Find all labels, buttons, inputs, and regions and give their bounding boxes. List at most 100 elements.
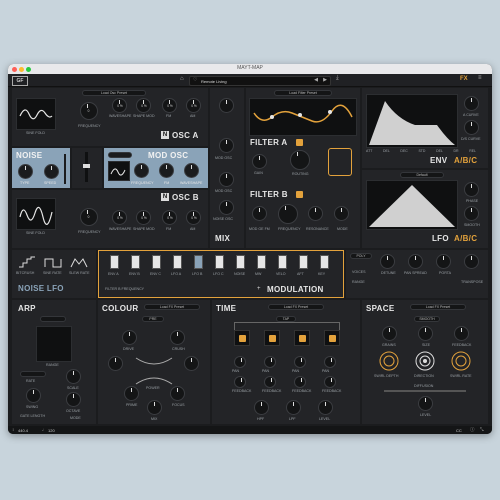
osc-b-wave-display[interactable] — [16, 198, 56, 230]
bitcrush-shape-icon[interactable] — [18, 256, 36, 268]
voices-value[interactable]: 120 — [48, 428, 55, 433]
env-param-dec[interactable]: DEC — [400, 149, 407, 153]
routing-handle[interactable] — [83, 164, 90, 168]
noise-level-slider[interactable] — [64, 154, 66, 184]
preset-next-icon[interactable]: ▶ — [323, 77, 327, 83]
env-ds-curve-knob[interactable] — [464, 120, 479, 135]
swirl-rate-icon[interactable] — [450, 350, 472, 372]
arp-scale-knob[interactable] — [66, 369, 81, 384]
osc-b-n-icon[interactable]: N — [161, 193, 169, 201]
arp-octave-knob[interactable] — [66, 392, 81, 407]
mod-slot-0[interactable] — [110, 255, 119, 269]
voice-mode-dropdown[interactable]: POLY — [350, 253, 372, 259]
slew-rate-shape-icon[interactable] — [70, 256, 88, 268]
mod-osc-waveshape-knob[interactable] — [184, 163, 199, 178]
arp-swing-knob[interactable] — [26, 388, 41, 403]
mod-osc-fm-knob[interactable] — [159, 163, 174, 178]
time-pan-knob[interactable] — [264, 356, 276, 368]
colour-power-knob[interactable] — [108, 356, 123, 371]
time-lpf-knob[interactable] — [286, 400, 301, 415]
env-param-att[interactable]: ATT — [366, 149, 372, 153]
colour-prime-knob[interactable] — [124, 386, 139, 401]
pan-spread-knob[interactable] — [408, 254, 423, 269]
mod-slot-4[interactable] — [194, 255, 203, 269]
osc-a-wave-display[interactable] — [16, 98, 56, 130]
time-tap-slot[interactable] — [264, 330, 280, 346]
osc-a-am-knob[interactable]: 0 % — [186, 98, 201, 113]
osc-a-n-icon[interactable]: N — [161, 131, 169, 139]
resize-icon[interactable]: ⤡ — [480, 427, 484, 432]
osc-b-frequency-knob[interactable]: 0 — [80, 208, 98, 226]
lfo-smooth-knob[interactable] — [464, 206, 479, 221]
bpm-value[interactable]: 440.4 — [18, 428, 28, 433]
filter-b-frequency-knob[interactable] — [278, 204, 298, 224]
env-param-dr[interactable]: DR — [454, 149, 459, 153]
env-display[interactable] — [366, 94, 458, 148]
mod-slot-9[interactable] — [299, 255, 308, 269]
time-tap-slot[interactable] — [294, 330, 310, 346]
time-pan-knob[interactable] — [324, 356, 336, 368]
space-size-knob[interactable] — [418, 326, 433, 341]
lfo-preset-dropdown[interactable]: Default — [400, 172, 444, 178]
osc-a-frequency-knob[interactable]: 0 — [80, 102, 98, 120]
time-preset-dropdown[interactable]: Load FX Preset — [268, 304, 324, 310]
osc-b-am-knob[interactable]: 0 % — [186, 210, 201, 225]
env-abc[interactable]: A/B/C — [454, 156, 477, 165]
mod-slot-2[interactable] — [152, 255, 161, 269]
filter-mod-gain-knob[interactable] — [290, 150, 310, 170]
mod-slot-1[interactable] — [131, 255, 140, 269]
filter-a-toggle[interactable] — [296, 139, 303, 146]
osc-a-preset-dropdown[interactable]: Load Osc Preset — [82, 90, 146, 96]
mod-osc-wave-display[interactable] — [108, 161, 130, 181]
noise-speed-knob[interactable] — [44, 164, 59, 179]
mod-slot-8[interactable] — [278, 255, 287, 269]
filter-gain-knob[interactable] — [252, 154, 267, 169]
env-param-del2[interactable]: DEL — [436, 149, 443, 153]
mod-add-icon[interactable]: + — [257, 286, 261, 292]
colour-mix-knob[interactable] — [147, 400, 162, 415]
space-feedback-knob[interactable] — [454, 326, 469, 341]
colour-pre-toggle[interactable]: PRE — [142, 316, 164, 322]
env-param-rel[interactable]: REL — [469, 149, 476, 153]
time-feedback-knob[interactable] — [324, 376, 336, 388]
osc-a-fm-knob[interactable]: 0 % — [162, 98, 177, 113]
preset-prev-icon[interactable]: ◀ — [314, 77, 318, 83]
arp-mode-dropdown[interactable] — [40, 316, 66, 322]
time-pan-knob[interactable] — [234, 356, 246, 368]
mix-knob-4[interactable] — [219, 200, 234, 215]
filter-routing-arrow-icon[interactable] — [328, 148, 352, 176]
space-diffusion-slider[interactable] — [384, 390, 466, 392]
swirl-depth-icon[interactable] — [378, 350, 400, 372]
time-hpf-knob[interactable] — [254, 400, 269, 415]
osc-b-fm-knob[interactable]: 0 % — [162, 210, 177, 225]
space-grains-knob[interactable] — [382, 326, 397, 341]
save-icon[interactable]: ⤓ — [336, 75, 339, 82]
mod-osc-frequency-knob[interactable] — [134, 163, 149, 178]
space-mode-toggle[interactable]: SMOOTH — [414, 316, 440, 322]
porta-knob[interactable] — [436, 254, 451, 269]
time-feedback-knob[interactable] — [294, 376, 306, 388]
osc-a-waveshape-knob[interactable]: 0 % — [112, 98, 127, 113]
lfo-abc[interactable]: A/B/C — [454, 234, 477, 243]
colour-crush-knob-b[interactable] — [184, 356, 199, 371]
preset-menu-icon[interactable]: ⌂ — [180, 76, 184, 82]
sine-rate-shape-icon[interactable] — [44, 256, 62, 268]
cc-label[interactable]: CC — [456, 428, 462, 433]
info-icon[interactable]: ⓘ — [470, 427, 475, 433]
mod-slot-10[interactable] — [320, 255, 329, 269]
time-pan-knob[interactable] — [294, 356, 306, 368]
arp-rate-field[interactable] — [20, 371, 46, 377]
mix-knob-3[interactable] — [219, 172, 234, 187]
filter-b-mode-knob[interactable] — [334, 206, 349, 221]
direction-icon[interactable] — [414, 350, 436, 372]
time-feedback-knob[interactable] — [234, 376, 246, 388]
transpose-knob[interactable] — [464, 254, 479, 269]
osc-b-shapemod-knob[interactable]: 0 % — [136, 210, 151, 225]
filter-b-toggle[interactable] — [296, 191, 303, 198]
colour-drive-knob[interactable] — [122, 330, 137, 345]
osc-a-shapemod-knob[interactable]: 0 % — [136, 98, 151, 113]
mod-slot-6[interactable] — [236, 255, 245, 269]
mod-slot-7[interactable] — [257, 255, 266, 269]
mod-slot-5[interactable] — [215, 255, 224, 269]
time-level-knob[interactable] — [318, 400, 333, 415]
